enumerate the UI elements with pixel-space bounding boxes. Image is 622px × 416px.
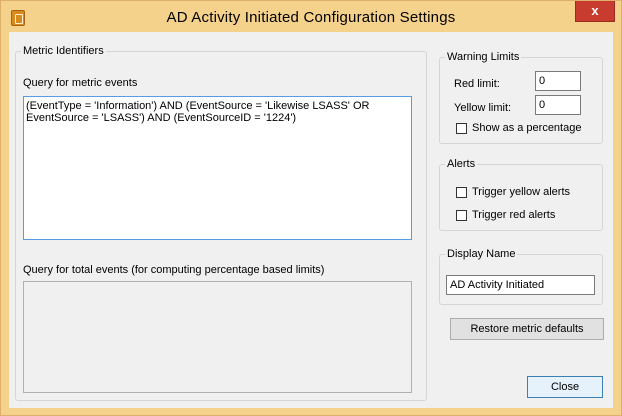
yellow-limit-input[interactable]: 0 <box>535 95 581 115</box>
percentage-checkbox[interactable] <box>456 123 467 134</box>
total-query-label: Query for total events (for computing pe… <box>23 264 325 276</box>
metric-identifiers-legend: Metric Identifiers <box>21 45 106 57</box>
metric-identifiers-group: Metric Identifiers Query for metric even… <box>15 45 427 401</box>
trigger-yellow-checkbox[interactable] <box>456 187 467 198</box>
warning-limits-legend: Warning Limits <box>445 51 522 63</box>
display-name-legend: Display Name <box>445 248 518 260</box>
display-name-input[interactable]: AD Activity Initiated <box>446 275 595 295</box>
alerts-group: Alerts Trigger yellow alerts Trigger red… <box>439 158 603 231</box>
alerts-legend: Alerts <box>445 158 478 170</box>
metric-query-label: Query for metric events <box>23 77 138 89</box>
metric-query-textarea[interactable]: (EventType = 'Information') AND (EventSo… <box>23 96 412 240</box>
window-close-button[interactable]: x <box>575 1 615 22</box>
total-query-textarea[interactable] <box>23 281 412 393</box>
display-name-group: Display Name AD Activity Initiated <box>439 248 603 305</box>
trigger-red-checkbox[interactable] <box>456 210 467 221</box>
window-title: AD Activity Initiated Configuration Sett… <box>166 9 456 26</box>
warning-limits-group: Warning Limits Red limit: 0 Yellow limit… <box>439 51 603 144</box>
dialog-window: AD Activity Initiated Configuration Sett… <box>0 0 622 416</box>
red-limit-label: Red limit: <box>454 78 500 90</box>
trigger-red-label: Trigger red alerts <box>472 209 556 221</box>
trigger-yellow-label: Trigger yellow alerts <box>472 186 571 198</box>
red-limit-input[interactable]: 0 <box>535 71 581 91</box>
title-bar[interactable]: AD Activity Initiated Configuration Sett… <box>1 1 621 31</box>
dialog-client-area: Metric Identifiers Query for metric even… <box>9 32 613 408</box>
restore-defaults-button[interactable]: Restore metric defaults <box>450 318 604 340</box>
close-button[interactable]: Close <box>527 376 603 398</box>
percentage-label: Show as a percentage <box>472 122 582 134</box>
yellow-limit-label: Yellow limit: <box>454 102 512 114</box>
